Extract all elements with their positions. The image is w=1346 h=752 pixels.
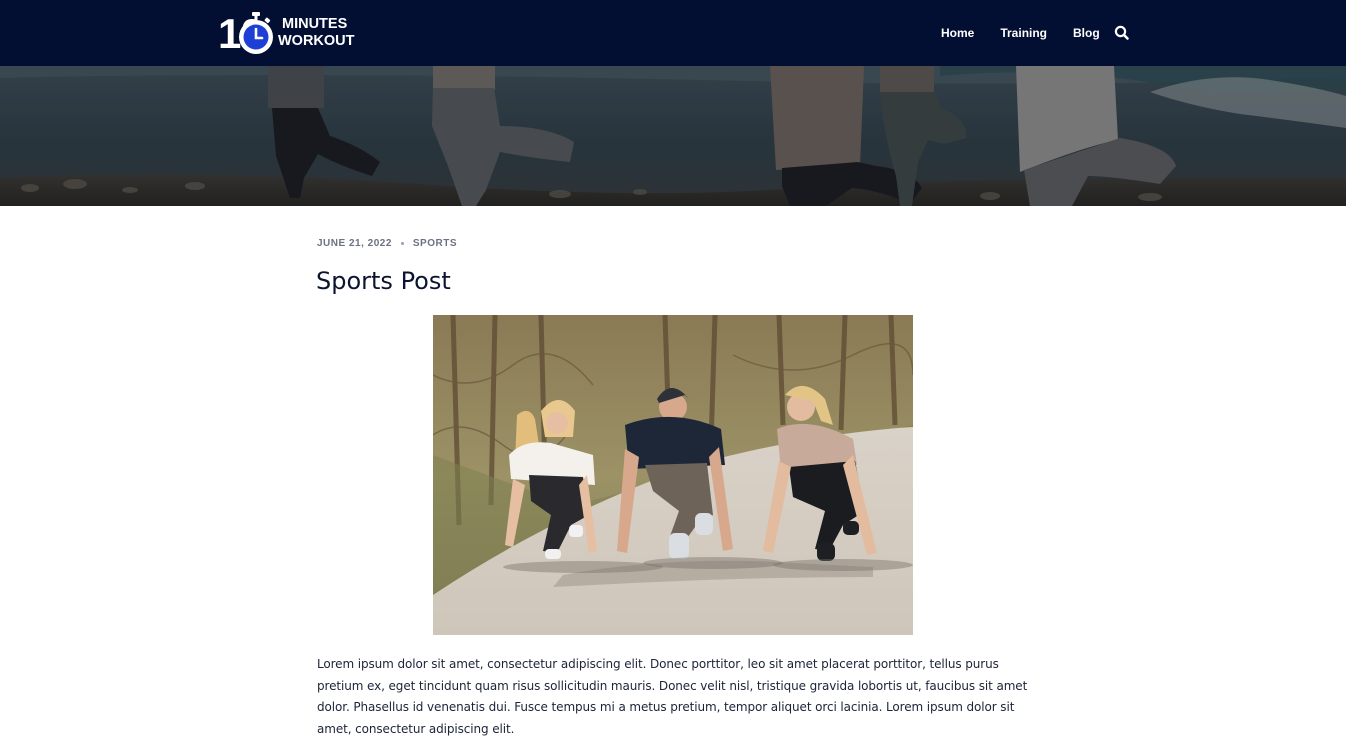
logo-wordmark: MINUTES WORKOUT [278, 16, 355, 50]
search-icon [1114, 25, 1129, 40]
meta-separator [400, 241, 404, 245]
nav-blog[interactable]: Blog [1073, 22, 1100, 44]
post-title: Sports Post [316, 267, 451, 295]
logo-line-2: WORKOUT [278, 33, 355, 49]
stopwatch-icon [239, 12, 273, 54]
main-nav: Home Training Blog [928, 22, 1113, 44]
post-body-paragraph: Lorem ipsum dolor sit amet, consectetur … [317, 657, 1028, 736]
search-button[interactable] [1113, 24, 1131, 42]
nav-home[interactable]: Home [941, 22, 974, 44]
site-header: 10 MINUTES WORKOUT Home Training Blog [0, 0, 1346, 66]
hero-image [0, 66, 1346, 206]
hero-banner [0, 66, 1346, 206]
logo-line-1: MINUTES [282, 16, 348, 32]
site-logo[interactable]: 10 MINUTES WORKOUT [218, 12, 368, 56]
post-featured-image [433, 315, 913, 635]
post-category-link[interactable]: SPORTS [413, 238, 457, 249]
post-meta: JUNE 21, 2022 SPORTS [317, 236, 457, 250]
nav-training[interactable]: Training [1000, 22, 1047, 44]
post-date: JUNE 21, 2022 [317, 237, 392, 249]
post-photo [433, 315, 913, 635]
